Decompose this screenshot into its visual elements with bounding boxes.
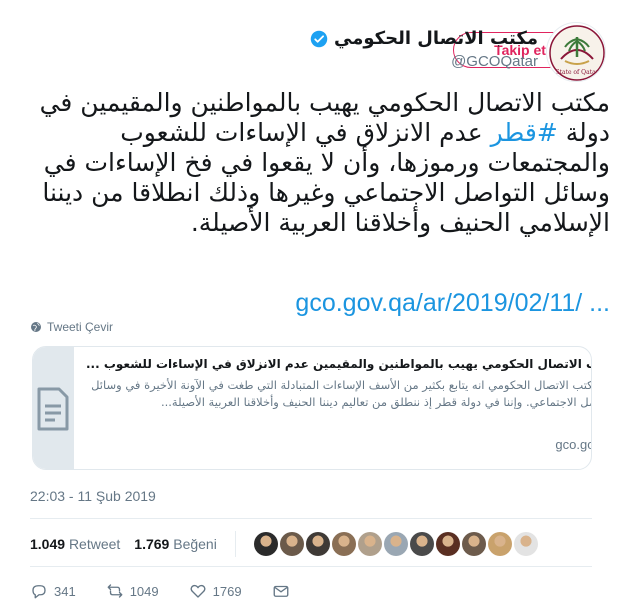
translate-label[interactable]: Tweeti Çevir xyxy=(47,320,113,334)
tweet-header: Takip et مكتب الاتصال الحكومي @GCOQatar … xyxy=(0,22,622,82)
liker-avatar[interactable] xyxy=(383,532,408,556)
liker-avatar[interactable] xyxy=(357,532,382,556)
liker-avatar[interactable] xyxy=(279,532,304,556)
liker-avatar[interactable] xyxy=(253,532,278,556)
card-body[interactable]: مكتب الاتصال الحكومي يهيب بالمواطنين وال… xyxy=(74,347,592,469)
retweet-stat[interactable]: 1.049 Retweet xyxy=(30,536,120,552)
card-thumbnail xyxy=(33,347,74,469)
like-count: 1769 xyxy=(212,583,242,599)
user-name-block[interactable]: مكتب الاتصال الحكومي @GCOQatar xyxy=(310,28,538,70)
tweet-timestamp[interactable]: 22:03 - 11 Şub 2019 xyxy=(30,488,156,504)
direct-message-button[interactable] xyxy=(272,582,290,600)
liker-avatar[interactable] xyxy=(487,532,512,556)
card-description: اكد مكتب الاتصال الحكومي انه يتابع بكثير… xyxy=(91,378,592,409)
link-preview-card[interactable]: مكتب الاتصال الحكومي يهيب بالمواطنين وال… xyxy=(32,346,592,470)
globe-icon xyxy=(31,322,41,332)
reply-button[interactable]: 341 xyxy=(30,582,76,600)
liker-avatars xyxy=(253,532,538,556)
like-button[interactable]: 1769 xyxy=(189,582,242,600)
liker-avatar[interactable] xyxy=(513,532,538,556)
retweet-button[interactable]: 1049 xyxy=(106,582,159,600)
reply-icon xyxy=(32,585,46,599)
like-stat-count: 1.769 xyxy=(134,536,170,552)
hashtag-link[interactable]: #قطر xyxy=(491,118,558,147)
liker-avatar[interactable] xyxy=(435,532,460,556)
avatar-caption: State of Qatar xyxy=(555,69,598,76)
liker-avatar[interactable] xyxy=(305,532,330,556)
verified-badge-icon xyxy=(310,30,328,47)
retweet-stat-count: 1.049 xyxy=(30,536,66,552)
tweet-actions: 341 1049 1769 xyxy=(30,582,320,600)
like-stat-label: Beğeni xyxy=(173,536,217,552)
user-handle[interactable]: @GCOQatar xyxy=(310,53,538,70)
stats-separator xyxy=(234,531,236,557)
tweet-link[interactable]: gco.gov.qa/ar/2019/02/11/ ... xyxy=(28,288,610,318)
liker-avatar[interactable] xyxy=(461,532,486,556)
display-name[interactable]: مكتب الاتصال الحكومي xyxy=(334,28,538,49)
document-icon xyxy=(37,387,69,431)
mail-icon xyxy=(273,585,288,597)
divider xyxy=(30,518,592,519)
tweet-stats: 1.049 Retweet 1.769 Beğeni xyxy=(30,531,538,557)
heart-icon xyxy=(190,584,206,598)
liker-avatar[interactable] xyxy=(331,532,356,556)
retweet-icon xyxy=(107,584,123,598)
retweet-stat-label: Retweet xyxy=(68,536,121,552)
divider xyxy=(30,566,592,567)
retweet-count: 1049 xyxy=(129,583,159,599)
like-stat[interactable]: 1.769 Beğeni xyxy=(134,536,217,552)
liker-avatar[interactable] xyxy=(409,532,434,556)
card-domain: gco.gov.qa xyxy=(555,437,591,452)
card-title: مكتب الاتصال الحكومي يهيب بالمواطنين وال… xyxy=(86,357,592,371)
translate-tweet[interactable]: Tweeti Çevir xyxy=(30,320,113,334)
qatar-emblem-icon: State of Qatar xyxy=(549,25,605,81)
avatar[interactable]: State of Qatar xyxy=(546,22,606,82)
reply-count: 341 xyxy=(54,583,76,599)
tweet-text: مكتب الاتصال الحكومي يهيب بالمواطنين وال… xyxy=(28,88,610,238)
